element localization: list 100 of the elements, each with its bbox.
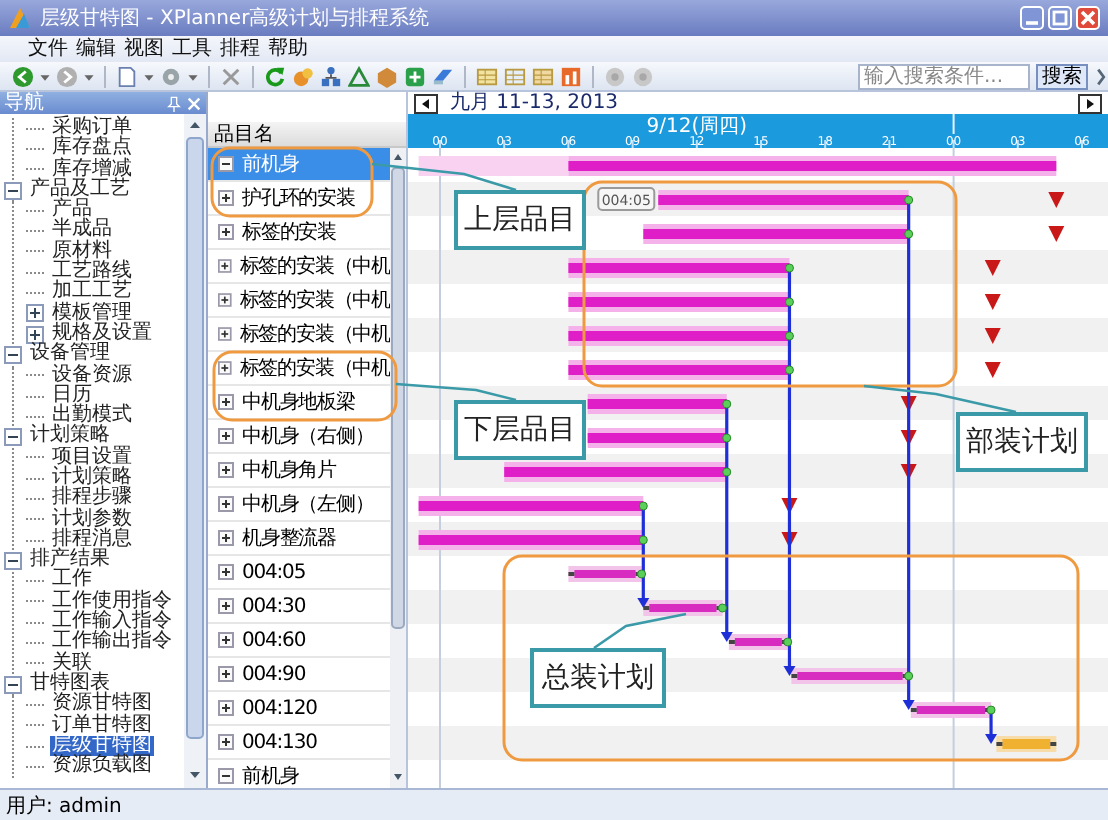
nav-item[interactable]: 设备资源 bbox=[50, 365, 134, 386]
nav-item[interactable]: 加工工艺 bbox=[50, 282, 134, 304]
expand-toggle[interactable] bbox=[4, 428, 22, 447]
expand-toggle[interactable] bbox=[218, 156, 234, 172]
close-icon[interactable] bbox=[186, 95, 202, 111]
close-button[interactable] bbox=[1076, 6, 1100, 30]
refresh-icon[interactable] bbox=[264, 65, 286, 87]
nav-item[interactable]: 计划参数 bbox=[50, 509, 134, 530]
nav-item[interactable]: 计划策略 bbox=[28, 426, 112, 448]
expand-toggle[interactable] bbox=[218, 632, 234, 648]
nav-item[interactable]: 库存增减 bbox=[50, 159, 134, 180]
expand-toggle[interactable] bbox=[218, 496, 234, 512]
expand-toggle[interactable] bbox=[218, 224, 234, 240]
expand-toggle[interactable] bbox=[218, 394, 234, 410]
connector-dot bbox=[783, 637, 793, 647]
task-bar[interactable] bbox=[910, 702, 992, 718]
expand-toggle[interactable] bbox=[4, 551, 22, 570]
search-field[interactable]: 输入搜索条件... bbox=[858, 63, 1030, 89]
expand-toggle[interactable] bbox=[218, 360, 232, 376]
task-bar[interactable] bbox=[643, 600, 723, 616]
expand-toggle[interactable] bbox=[26, 325, 44, 344]
connector-dot bbox=[904, 671, 914, 681]
callout-label: 部装计划 bbox=[956, 412, 1088, 472]
menu-item[interactable]: 排程 bbox=[218, 36, 262, 62]
search-button[interactable]: 搜索 bbox=[1036, 63, 1088, 89]
expand-toggle[interactable] bbox=[218, 768, 234, 784]
app-icon bbox=[8, 6, 32, 30]
menu-item[interactable]: 编辑 bbox=[74, 36, 118, 62]
task-bar[interactable] bbox=[791, 668, 909, 684]
dependency-arrow bbox=[985, 710, 998, 744]
chart-icon[interactable] bbox=[560, 65, 582, 87]
item-name: 004:30 bbox=[242, 595, 306, 617]
expand-toggle[interactable] bbox=[218, 666, 234, 682]
connector-dot bbox=[638, 535, 648, 545]
minimize-button[interactable] bbox=[1020, 6, 1044, 30]
callout-label: 上层品目 bbox=[454, 190, 586, 250]
nav-item[interactable]: 资源甘特图 bbox=[50, 694, 154, 716]
task-bar[interactable] bbox=[996, 736, 1057, 752]
triangle-icon[interactable] bbox=[348, 65, 370, 87]
task-bar[interactable] bbox=[728, 634, 788, 650]
menu-item[interactable]: 工具 bbox=[170, 36, 214, 62]
menu-item[interactable]: 视图 bbox=[122, 36, 166, 62]
item-name: 中机身地板梁 bbox=[242, 389, 355, 416]
item-name: 004:05 bbox=[242, 561, 306, 583]
item-name: 中机身（左侧） bbox=[242, 491, 374, 518]
back-icon[interactable] bbox=[12, 65, 34, 87]
task-bar[interactable] bbox=[568, 566, 642, 582]
nav-item[interactable]: 规格及设置 bbox=[50, 323, 154, 345]
menu-item[interactable]: 文件 bbox=[26, 36, 70, 62]
expand-toggle[interactable] bbox=[26, 304, 44, 323]
nav-item[interactable]: 工作输出指令 bbox=[50, 632, 174, 654]
nav-item[interactable]: 半成品 bbox=[50, 220, 114, 242]
previous-button[interactable] bbox=[414, 93, 438, 113]
expand-toggle[interactable] bbox=[218, 700, 234, 716]
nav-item[interactable]: 库存盘点 bbox=[50, 138, 134, 160]
connector-dot bbox=[986, 705, 996, 715]
connector-dot bbox=[722, 467, 732, 477]
nav-item[interactable]: 设备管理 bbox=[28, 344, 112, 366]
date-range: 九月 11-13, 2013 bbox=[450, 92, 621, 114]
nav-item[interactable]: 订单甘特图 bbox=[50, 715, 154, 736]
delete-icon[interactable] bbox=[220, 65, 242, 87]
expand-toggle[interactable] bbox=[218, 258, 232, 274]
connector-dot bbox=[904, 229, 914, 239]
menu-item[interactable]: 帮助 bbox=[266, 36, 310, 62]
expand-toggle[interactable] bbox=[218, 530, 234, 546]
expand-toggle[interactable] bbox=[218, 292, 232, 308]
dependency-arrow bbox=[637, 506, 650, 608]
expand-toggle[interactable] bbox=[218, 462, 234, 478]
eraser-icon[interactable] bbox=[432, 65, 454, 87]
item-name: 前机身 bbox=[242, 763, 299, 788]
chevron-icon[interactable] bbox=[1094, 65, 1108, 87]
callout-label: 总装计划 bbox=[530, 648, 666, 708]
window-title: 层级甘特图 - XPlanner高级计划与排程系统 bbox=[40, 5, 432, 32]
expand-toggle[interactable] bbox=[218, 326, 232, 342]
connector-dot bbox=[904, 195, 914, 205]
nav-item[interactable]: 工作 bbox=[50, 570, 94, 592]
item-name: 前机身 bbox=[242, 151, 299, 178]
expand-toggle[interactable] bbox=[4, 181, 22, 200]
item-name: 004:60 bbox=[242, 629, 306, 651]
connector-dot bbox=[722, 433, 732, 443]
next-button[interactable] bbox=[1078, 93, 1102, 113]
maximize-button[interactable] bbox=[1048, 6, 1072, 30]
hierarchy-icon[interactable] bbox=[320, 65, 342, 87]
expand-toggle[interactable] bbox=[4, 675, 22, 694]
item-name: 标签的安装（中机 bbox=[239, 253, 390, 280]
connector-dot bbox=[784, 365, 794, 375]
item-name: 004:120 bbox=[242, 697, 317, 719]
expand-toggle[interactable] bbox=[218, 734, 234, 750]
expand-toggle[interactable] bbox=[218, 190, 234, 206]
expand-toggle[interactable] bbox=[218, 428, 234, 444]
expand-toggle[interactable] bbox=[218, 598, 234, 614]
column-header: 品目名 bbox=[208, 122, 406, 148]
nav-item[interactable]: 排程步骤 bbox=[50, 488, 134, 510]
expand-toggle[interactable] bbox=[4, 345, 22, 364]
item-name: 标签的安装（中机 bbox=[239, 355, 390, 382]
item-name: 标签的安装（中机 bbox=[239, 321, 390, 348]
pin-icon[interactable] bbox=[166, 95, 182, 111]
nav-item[interactable]: 资源负载图 bbox=[50, 756, 154, 778]
item-name: 标签的安装（中机 bbox=[239, 287, 390, 314]
expand-toggle[interactable] bbox=[218, 564, 234, 580]
